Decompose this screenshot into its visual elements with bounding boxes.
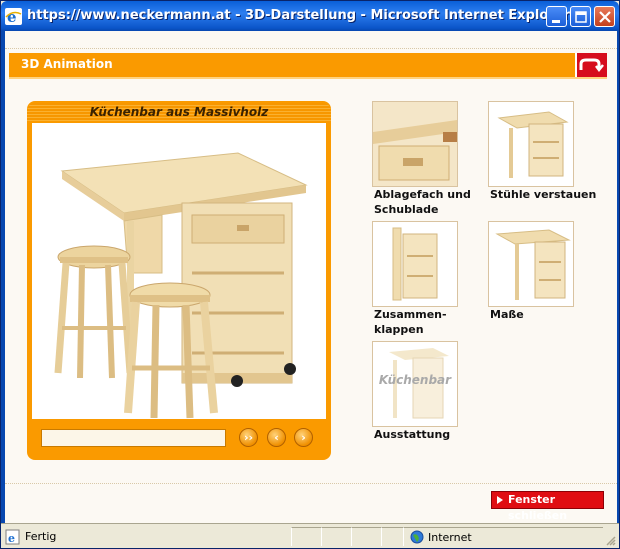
thumbnail-label-zusammenklappen: Zusammen- klappen bbox=[374, 307, 447, 337]
internet-explorer-icon: e bbox=[5, 8, 22, 25]
product-3d-view[interactable] bbox=[32, 123, 326, 419]
maximize-button[interactable] bbox=[570, 6, 591, 27]
page-title: 3D Animation bbox=[21, 57, 113, 71]
previous-button[interactable]: ‹ bbox=[267, 428, 286, 447]
title-bar[interactable]: e https://www.neckermann.at - 3D-Darstel… bbox=[1, 1, 619, 31]
thumbnail-stuehle[interactable] bbox=[488, 101, 574, 187]
thumbnail-label-ausstattung: Ausstattung bbox=[374, 427, 450, 442]
thumbnail-label-line: Schublade bbox=[374, 203, 439, 216]
product-viewer-panel: Küchenbar aus Massivholz ›› ‹ › bbox=[27, 101, 331, 460]
animation-status-field bbox=[41, 429, 226, 447]
minimize-icon bbox=[552, 20, 560, 23]
bottom-divider bbox=[5, 483, 617, 484]
browser-window: e https://www.neckermann.at - 3D-Darstel… bbox=[0, 0, 620, 549]
thumbnail-label-ablagefach: Ablagefach und Schublade bbox=[374, 187, 471, 217]
window-title: https://www.neckermann.at - 3D-Darstellu… bbox=[27, 8, 570, 23]
chevron-left-icon: ‹ bbox=[274, 431, 279, 444]
header-bar: 3D Animation bbox=[9, 53, 607, 77]
status-zone-cell: Internet bbox=[403, 527, 603, 546]
close-popup-label: Fenster schließen bbox=[508, 493, 568, 522]
product-title: Küchenbar aus Massivholz bbox=[27, 103, 331, 121]
thumbnail-masse[interactable] bbox=[488, 221, 574, 307]
page-content: 3D Animation Küchenbar aus Massivholz ››… bbox=[5, 31, 617, 523]
arrow-right-icon bbox=[497, 496, 503, 504]
stools-stored-image bbox=[497, 111, 569, 178]
status-cell bbox=[321, 527, 351, 546]
thumbnail-label-line: Zusammen- bbox=[374, 308, 447, 321]
close-window-button[interactable] bbox=[594, 6, 615, 27]
drawer-detail-image bbox=[373, 102, 457, 186]
fast-forward-icon: ›› bbox=[243, 431, 254, 444]
thumbnail-label-line: Stühle verstauen bbox=[490, 188, 597, 201]
globe-icon bbox=[410, 530, 424, 544]
close-popup-button[interactable]: Fenster schließen bbox=[491, 491, 604, 522]
thumbnail-label-masse: Maße bbox=[490, 307, 524, 322]
status-text: Fertig bbox=[25, 530, 57, 543]
thumbnail-label-line: klappen bbox=[374, 323, 424, 336]
thumbnail-label-line: Maße bbox=[490, 308, 524, 321]
thumbnail-label-line: Ausstattung bbox=[374, 428, 451, 441]
status-bar: e Fertig Internet bbox=[1, 523, 619, 548]
header-underline bbox=[9, 77, 607, 79]
thumbnail-zusammenklappen[interactable] bbox=[372, 221, 458, 307]
dimensions-image bbox=[495, 229, 571, 300]
play-animation-button[interactable]: ›› bbox=[239, 428, 258, 447]
svg-text:e: e bbox=[8, 532, 15, 545]
svg-text:e: e bbox=[7, 8, 17, 25]
top-divider bbox=[5, 48, 617, 50]
next-button[interactable]: › bbox=[294, 428, 313, 447]
thumbnail-label-line: Ablagefach und bbox=[374, 188, 471, 201]
status-cell bbox=[381, 527, 403, 546]
kitchen-bar-image bbox=[54, 152, 308, 419]
minimize-button[interactable] bbox=[546, 6, 567, 27]
close-icon bbox=[599, 11, 611, 23]
maximize-icon bbox=[575, 11, 587, 23]
folded-image bbox=[392, 227, 438, 301]
thumbnail-overlay-text: Küchenbar bbox=[378, 373, 452, 387]
thumbnail-label-stuehle: Stühle verstauen bbox=[490, 187, 596, 202]
thumbnail-ausstattung[interactable]: Küchenbar bbox=[372, 341, 458, 427]
neckermann-logo bbox=[575, 53, 607, 77]
chevron-right-icon: › bbox=[301, 431, 306, 444]
status-cell bbox=[351, 527, 381, 546]
resize-grip-icon[interactable] bbox=[604, 534, 616, 546]
zone-text: Internet bbox=[428, 531, 472, 544]
page-done-icon: e bbox=[5, 529, 20, 545]
thumbnail-ablagefach[interactable] bbox=[372, 101, 458, 187]
status-cell bbox=[291, 527, 321, 546]
